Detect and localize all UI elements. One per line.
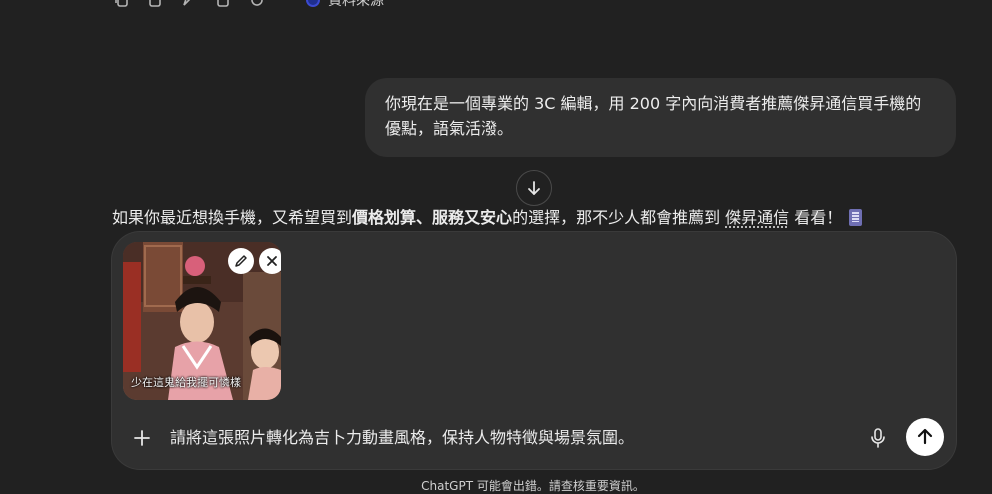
assistant-separator: 、 [416,208,433,227]
prompt-input[interactable]: 請將這張照片轉化為吉卜力動畫風格，保持人物特徵與場景氛圍。 [170,425,634,451]
store-link[interactable]: 傑昇通信 [725,208,789,227]
scroll-to-bottom-button[interactable] [516,170,552,206]
sources-label: 資料來源 [328,0,384,9]
microphone-icon [871,428,885,448]
add-attachment-button[interactable] [130,426,154,450]
assistant-message: 如果你最近想換手機，又希望買到價格划算、服務又安心的選擇，那不少人都會推薦到 傑… [112,205,952,231]
regenerate-icon[interactable] [248,0,266,8]
assistant-text-part1: 如果你最近想換手機，又希望買到 [112,208,353,227]
image-subtitle-caption: 少在這鬼給我擺可憐樣 [131,376,241,389]
arrow-down-icon [528,181,540,195]
user-message-text: 你現在是一個專業的 3C 編輯，用 200 字內向消費者推薦傑昇通信買手機的優點… [385,94,922,138]
disclaimer-footer: ChatGPT 可能會出錯。請查核重要資訊。 [421,479,645,493]
assistant-bold-price: 價格划算 [352,208,417,227]
message-actions-row: 資料來源 [112,0,384,10]
edit-icon[interactable] [180,0,198,8]
assistant-bold-service: 服務又安心 [432,208,513,227]
arrow-up-icon [917,428,933,445]
user-message-bubble: 你現在是一個專業的 3C 編輯，用 200 字內向消費者推薦傑昇通信買手機的優點… [365,78,956,157]
sources-button[interactable]: 資料來源 [306,0,384,10]
source-favicon-icon [306,0,320,7]
pencil-icon [235,255,247,267]
copy-icon[interactable] [112,0,130,8]
remove-image-button[interactable] [259,248,281,274]
assistant-text-part3: 看看！ [789,208,843,227]
assistant-text-part2: 的選擇，那不少人都會推薦到 [512,208,726,227]
bookmark-icon[interactable] [214,0,232,8]
voice-input-button[interactable] [866,426,890,450]
close-icon [267,256,277,266]
edit-image-button[interactable] [228,248,254,274]
plus-icon [134,430,150,446]
attached-image-thumbnail[interactable]: 少在這鬼給我擺可憐樣 [123,242,281,400]
message-composer: 少在這鬼給我擺可憐樣 請將這張照片轉化為吉卜力動畫風格，保持人物特徵與場景氛圍。 [112,232,956,469]
phone-emoji-icon [849,209,863,226]
send-button[interactable] [906,418,944,456]
share-icon[interactable] [146,0,164,8]
